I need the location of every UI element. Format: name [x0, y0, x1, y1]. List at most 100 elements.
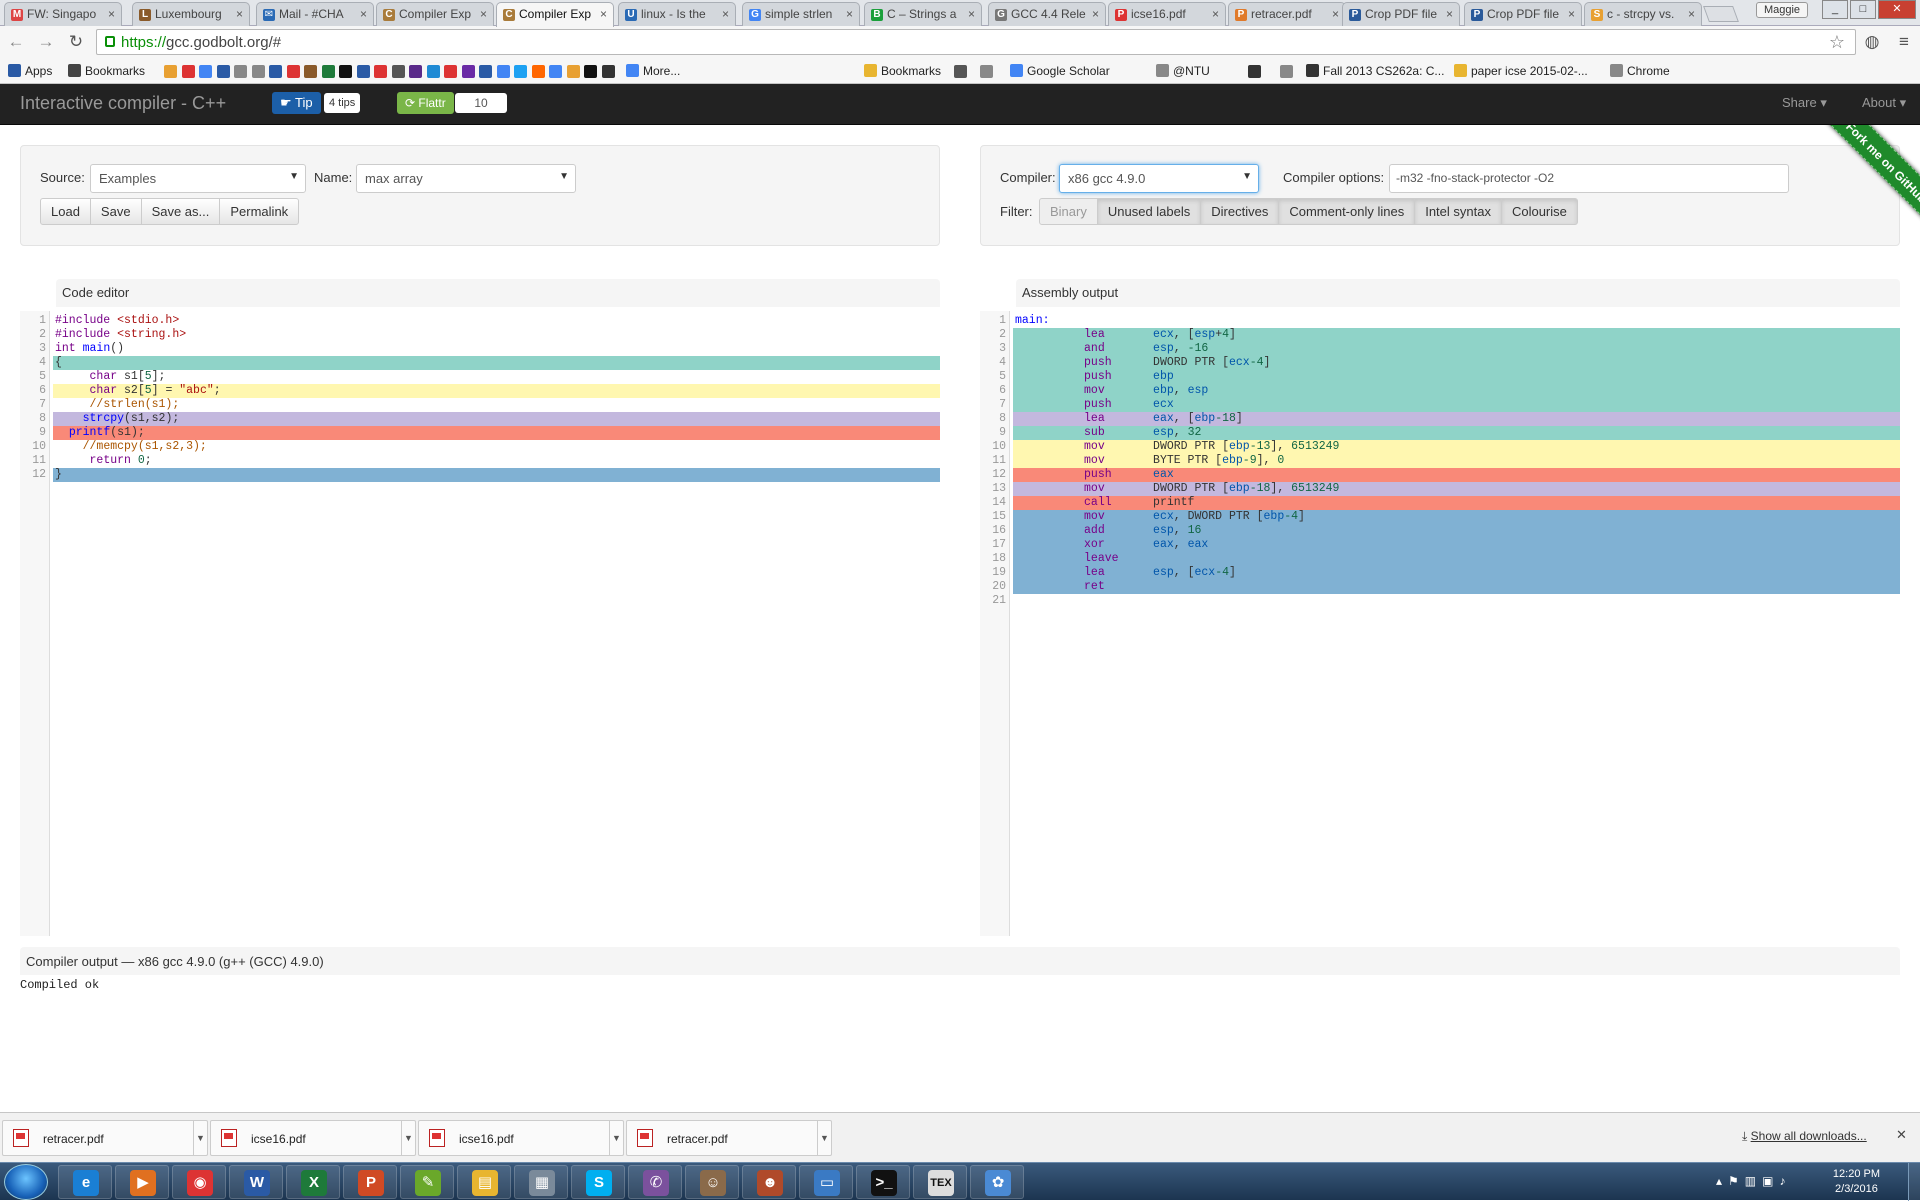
bookmark-item[interactable]: Fall 2013 CS262a: C...	[1306, 62, 1444, 80]
filter-binary-button[interactable]: Binary	[1039, 198, 1098, 225]
bookmark-favicon-icon[interactable]	[391, 65, 405, 78]
taskbar-app-skype[interactable]: S	[571, 1165, 625, 1199]
bookmark-favicon-icon[interactable]	[269, 65, 282, 78]
asm-line[interactable]: 7 push ecx	[980, 398, 1900, 412]
asm-line[interactable]: 21	[980, 594, 1900, 608]
filter-colourise-button[interactable]: Colourise	[1500, 198, 1578, 225]
tab-close-icon[interactable]: ×	[600, 7, 607, 21]
bookmark-item[interactable]: paper icse 2015-02-...	[1454, 62, 1588, 80]
asm-line[interactable]: 17 xor eax, eax	[980, 538, 1900, 552]
tab-close-icon[interactable]: ×	[1332, 7, 1339, 21]
share-menu[interactable]: Share ▾	[1782, 95, 1827, 111]
taskbar-app-viber[interactable]: ✆	[628, 1165, 682, 1199]
code-line[interactable]: 7 //strlen(s1);	[20, 398, 940, 412]
minimize-button[interactable]: _	[1822, 0, 1848, 19]
address-bar[interactable]: https://gcc.godbolt.org/# ☆	[96, 29, 1856, 55]
bookmark-favicon-icon[interactable]	[251, 65, 265, 78]
name-select[interactable]: max array ▼	[356, 164, 576, 193]
browser-tab[interactable]: B C – Strings a ×	[864, 2, 982, 26]
tab-close-icon[interactable]: ×	[1092, 7, 1099, 21]
bookmark-favicon-icon[interactable]	[164, 65, 177, 78]
tip-button[interactable]: ☛ Tip	[272, 92, 321, 114]
tab-close-icon[interactable]: ×	[108, 7, 115, 21]
code-line[interactable]: 5 char s1[5];	[20, 370, 940, 384]
asm-line[interactable]: 3 and esp, -16	[980, 342, 1900, 356]
assembly-output[interactable]: 1 main: 2 lea ecx, [esp+4] 3 and esp, -16 4 …	[980, 311, 1900, 936]
tab-close-icon[interactable]: ×	[1212, 7, 1219, 21]
taskbar-app-media[interactable]: ▶	[115, 1165, 169, 1199]
compiler-select[interactable]: x86 gcc 4.9.0 ▼	[1059, 164, 1259, 193]
asm-line[interactable]: 11 mov BYTE PTR [ebp-9], 0	[980, 454, 1900, 468]
asm-line[interactable]: 9 sub esp, 32	[980, 426, 1900, 440]
code-line[interactable]: 9 printf(s1);	[20, 426, 940, 440]
save-button[interactable]: Save	[89, 198, 142, 225]
compiler-options-input[interactable]: -m32 -fno-stack-protector -O2	[1389, 164, 1789, 193]
bookmark-favicon-icon[interactable]	[531, 65, 545, 78]
source-select[interactable]: Examples ▼	[90, 164, 306, 193]
bookmark-favicon-icon[interactable]	[566, 65, 580, 78]
extension-icon[interactable]: ◍	[1862, 32, 1882, 52]
browser-tab[interactable]: P Crop PDF file ×	[1342, 2, 1460, 26]
asm-line[interactable]: 10 mov DWORD PTR [ebp-13], 6513249	[980, 440, 1900, 454]
tab-close-icon[interactable]: ×	[1568, 7, 1575, 21]
browser-tab[interactable]: C Compiler Exp ×	[496, 2, 614, 27]
asm-line[interactable]: 14 call printf	[980, 496, 1900, 510]
bookmark-favicon-icon[interactable]	[444, 65, 457, 78]
code-line[interactable]: 10 //memcpy(s1,s2,3);	[20, 440, 940, 454]
bookmark-favicon-icon[interactable]	[216, 65, 230, 78]
bookmark-favicon-icon[interactable]	[954, 65, 967, 78]
asm-line[interactable]: 13 mov DWORD PTR [ebp-18], 6513249	[980, 482, 1900, 496]
bookmark-favicon-icon[interactable]	[496, 65, 510, 78]
code-line[interactable]: 3 int main()	[20, 342, 940, 356]
chevron-down-icon[interactable]: ▼	[609, 1121, 623, 1155]
taskbar-app-calculator[interactable]: ▦	[514, 1165, 568, 1199]
back-icon[interactable]: ←	[6, 32, 26, 52]
close-shelf-icon[interactable]: ✕	[1896, 1127, 1907, 1143]
tab-close-icon[interactable]: ×	[1446, 7, 1453, 21]
tab-close-icon[interactable]: ×	[846, 7, 853, 21]
bookmark-favicon-icon[interactable]	[980, 65, 993, 78]
flattr-button[interactable]: ⟳ Flattr	[397, 92, 454, 114]
bookmark-item[interactable]: Bookmarks	[864, 62, 941, 80]
browser-tab[interactable]: Picse16.pdf ×	[1108, 2, 1226, 26]
code-line[interactable]: 11 return 0;	[20, 454, 940, 468]
bookmark-item[interactable]: More...	[626, 62, 680, 80]
bookmark-favicon-icon[interactable]	[199, 65, 212, 78]
taskbar-app-app2[interactable]: ☻	[742, 1165, 796, 1199]
bookmark-favicon-icon[interactable]	[1280, 65, 1293, 78]
asm-line[interactable]: 2 lea ecx, [esp+4]	[980, 328, 1900, 342]
load-button[interactable]: Load	[40, 198, 91, 225]
bookmark-favicon-icon[interactable]	[409, 65, 422, 78]
bookmark-favicon-icon[interactable]	[426, 65, 440, 78]
bookmark-item[interactable]: Google Scholar	[1010, 62, 1110, 80]
filter-comment-only-button[interactable]: Comment-only lines	[1278, 198, 1416, 225]
code-line[interactable]: 1 #include <stdio.h>	[20, 314, 940, 328]
bookmark-favicon-icon[interactable]	[356, 65, 370, 78]
taskbar-app-word[interactable]: W	[229, 1165, 283, 1199]
code-line[interactable]: 12}	[20, 468, 940, 482]
taskbar-app-chrome[interactable]: ◉	[172, 1165, 226, 1199]
asm-line[interactable]: 20 ret	[980, 580, 1900, 594]
app-title[interactable]: Interactive compiler - C++	[20, 93, 226, 114]
forward-icon[interactable]: →	[36, 32, 56, 52]
maximize-button[interactable]: □	[1850, 0, 1876, 19]
bookmark-item[interactable]: @NTU	[1156, 62, 1210, 80]
bookmark-favicon-icon[interactable]	[234, 65, 247, 78]
code-line[interactable]: 8 strcpy(s1,s2);	[20, 412, 940, 426]
asm-line[interactable]: 18 leave	[980, 552, 1900, 566]
show-desktop-button[interactable]	[1908, 1163, 1920, 1201]
filter-intel-syntax-button[interactable]: Intel syntax	[1414, 198, 1502, 225]
tab-close-icon[interactable]: ×	[236, 7, 243, 21]
asm-line[interactable]: 16 add esp, 16	[980, 524, 1900, 538]
browser-tab[interactable]: Pretracer.pdf ×	[1228, 2, 1346, 26]
filter-directives-button[interactable]: Directives	[1200, 198, 1280, 225]
filter-unused-labels-button[interactable]: Unused labels	[1096, 198, 1202, 225]
download-item[interactable]: retracer.pdf ▼	[626, 1120, 832, 1156]
bookmark-favicon-icon[interactable]	[374, 65, 387, 78]
tab-close-icon[interactable]: ×	[968, 7, 975, 21]
asm-line[interactable]: 1 main:	[980, 314, 1900, 328]
browser-tab[interactable]: M FW: Singapo ×	[4, 2, 122, 26]
tab-close-icon[interactable]: ×	[480, 7, 487, 21]
bookmark-item[interactable]: Bookmarks	[68, 62, 145, 80]
bookmark-favicon-icon[interactable]	[181, 65, 195, 78]
